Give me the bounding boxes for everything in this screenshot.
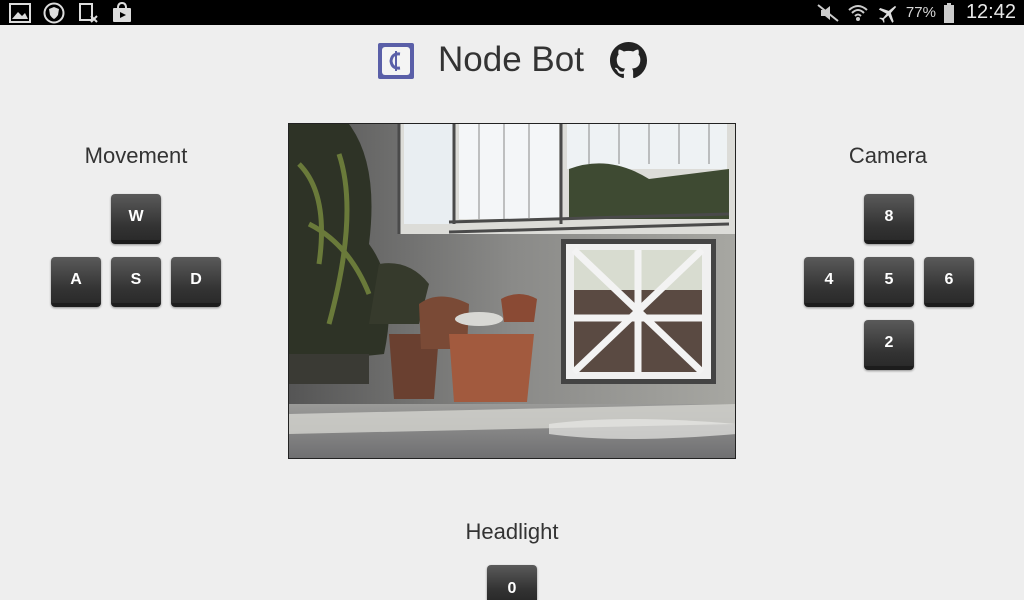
move-right-key[interactable]: D [171, 257, 221, 307]
sim-card-icon [76, 2, 100, 24]
camera-up-key[interactable]: 8 [864, 194, 914, 244]
movement-title: Movement [84, 143, 188, 168]
mute-icon [816, 2, 840, 24]
shield-icon [42, 2, 66, 24]
camera-title: Camera [848, 143, 928, 168]
airplane-mode-icon [876, 2, 900, 24]
camera-down-key[interactable]: 2 [864, 320, 914, 370]
app-header: Node Bot [0, 40, 1024, 84]
move-back-key[interactable]: S [111, 257, 161, 307]
camera-feed [288, 123, 736, 459]
store-icon [110, 2, 134, 24]
headlight-title: Headlight [465, 519, 559, 544]
page-title: Node Bot [438, 40, 584, 79]
camera-left-key[interactable]: 4 [804, 257, 854, 307]
status-right-icons: 77% 12:42 [816, 0, 1016, 25]
battery-percent: 77% [905, 4, 936, 21]
headlight-toggle-key[interactable]: 0 [487, 565, 537, 600]
nodebot-logo-icon[interactable] [378, 43, 414, 79]
move-left-key[interactable]: A [51, 257, 101, 307]
github-icon[interactable] [610, 42, 647, 79]
camera-right-key[interactable]: 6 [924, 257, 974, 307]
clock: 12:42 [965, 1, 1016, 23]
camera-center-key[interactable]: 5 [864, 257, 914, 307]
status-left-icons [8, 2, 134, 24]
move-forward-key[interactable]: W [111, 194, 161, 244]
wifi-icon [846, 2, 870, 24]
status-bar: 77% 12:42 [0, 0, 1024, 25]
gallery-icon [8, 2, 32, 24]
battery-icon [942, 2, 956, 24]
